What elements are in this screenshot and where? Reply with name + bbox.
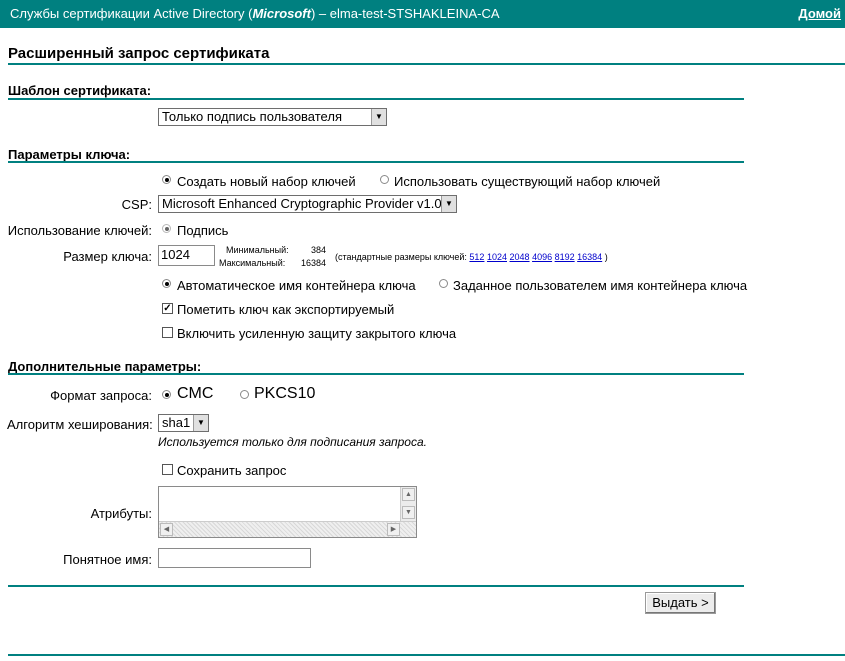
radio-format-cmc-label: CMC (177, 385, 214, 402)
key-params-heading: Параметры ключа: (8, 147, 131, 162)
key-params-divider (8, 161, 744, 163)
radio-new-keyset-label: Создать новый набор ключей (177, 174, 356, 189)
chevron-down-icon: ▼ (371, 109, 386, 125)
friendly-name-input[interactable] (158, 548, 311, 568)
key-usage-label: Использование ключей: (7, 223, 152, 238)
key-usage-value: Подпись (177, 223, 229, 238)
max-key-size-label: Максимальный: (219, 258, 286, 268)
chevron-down-icon: ▼ (193, 415, 208, 431)
radio-user-container[interactable] (439, 279, 448, 288)
extra-params-divider (8, 373, 744, 375)
scroll-left-icon[interactable]: ◀ (160, 523, 173, 536)
header-bar: Службы сертификации Active Directory (Mi… (0, 0, 845, 28)
radio-format-pkcs10-label: PKCS10 (254, 385, 316, 402)
key-size-label: Размер ключа: (63, 249, 152, 264)
max-key-size-value: 16384 (301, 258, 327, 268)
radio-format-cmc[interactable] (162, 390, 171, 399)
csp-select[interactable]: Microsoft Enhanced Cryptographic Provide… (158, 195, 457, 213)
csp-label: CSP: (121, 197, 152, 212)
key-size-link-512[interactable]: 512 (469, 252, 484, 262)
min-key-size-label: Минимальный: (226, 245, 289, 255)
checkbox-exportable[interactable]: ✓ (162, 303, 173, 314)
radio-key-usage-signature[interactable] (162, 224, 171, 233)
template-select[interactable]: Только подпись пользователя ▼ (158, 108, 387, 126)
key-size-input[interactable]: 1024 (158, 245, 215, 266)
vertical-scrollbar[interactable]: ▲ ▼ (400, 487, 416, 521)
footer-divider (8, 654, 845, 656)
checkbox-strong-protection[interactable] (162, 327, 173, 338)
friendly-name-label: Понятное имя: (63, 552, 152, 567)
key-size-link-4096[interactable]: 4096 (532, 252, 552, 262)
app-title: Службы сертификации Active Directory (Mi… (10, 6, 500, 21)
key-size-link-16384[interactable]: 16384 (577, 252, 602, 262)
radio-new-keyset[interactable] (162, 175, 171, 184)
min-key-size-value: 384 (311, 245, 327, 255)
home-link[interactable]: Домой (798, 6, 841, 21)
key-size-link-2048[interactable]: 2048 (510, 252, 530, 262)
radio-format-pkcs10[interactable] (240, 390, 249, 399)
radio-auto-container[interactable] (162, 279, 171, 288)
attributes-textarea[interactable]: ▲ ▼ ◀ ▶ (158, 486, 417, 538)
radio-auto-container-label: Автоматическое имя контейнера ключа (177, 278, 416, 293)
checkbox-save-request-label: Сохранить запрос (177, 463, 287, 478)
hash-note: Используется только для подписания запро… (158, 435, 427, 449)
key-size-link-1024[interactable]: 1024 (487, 252, 507, 262)
scroll-right-icon[interactable]: ▶ (387, 523, 400, 536)
checkbox-exportable-label: Пометить ключ как экспортируемый (177, 302, 395, 317)
hash-select[interactable]: sha1 ▼ (158, 414, 209, 432)
checkbox-save-request[interactable] (162, 464, 173, 475)
radio-user-container-label: Заданное пользователем имя контейнера кл… (453, 278, 748, 293)
scroll-up-icon[interactable]: ▲ (402, 488, 415, 501)
chevron-down-icon: ▼ (441, 196, 456, 212)
template-divider (8, 98, 744, 100)
hash-label: Алгоритм хеширования: (7, 417, 153, 432)
attributes-label: Атрибуты: (90, 506, 152, 521)
horizontal-scrollbar[interactable]: ◀ ▶ (159, 521, 416, 537)
page-title: Расширенный запрос сертификата (8, 45, 270, 62)
bottom-divider (8, 585, 744, 587)
standard-key-sizes: (стандартные размеры ключей: 512 1024 20… (335, 252, 608, 262)
radio-existing-keyset[interactable] (380, 175, 389, 184)
key-size-link-8192[interactable]: 8192 (555, 252, 575, 262)
scroll-down-icon[interactable]: ▼ (402, 506, 415, 519)
radio-existing-keyset-label: Использовать существующий набор ключей (394, 174, 661, 189)
title-divider (8, 63, 845, 65)
template-heading: Шаблон сертификата: (8, 83, 152, 98)
checkbox-strong-protection-label: Включить усиленную защиту закрытого ключ… (177, 326, 457, 341)
format-label: Формат запроса: (50, 388, 152, 403)
submit-button[interactable]: Выдать > (645, 592, 716, 614)
extra-params-heading: Дополнительные параметры: (8, 359, 202, 374)
